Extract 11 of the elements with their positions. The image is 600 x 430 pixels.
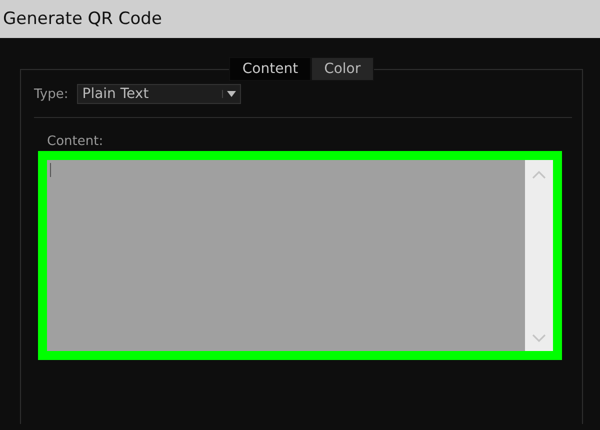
- content-text-area[interactable]: [47, 160, 525, 351]
- scroll-down-icon[interactable]: [532, 334, 546, 343]
- scroll-up-icon[interactable]: [532, 170, 546, 179]
- type-dropdown[interactable]: Plain Text: [77, 84, 242, 104]
- window-title: Generate QR Code: [3, 9, 162, 29]
- tab[interactable]: Content: [229, 57, 312, 81]
- tab[interactable]: Color: [311, 57, 374, 81]
- content-label: Content:: [47, 134, 104, 149]
- text-cursor: [50, 163, 51, 177]
- scrollbar[interactable]: [525, 160, 553, 351]
- type-label: Type:: [34, 86, 68, 102]
